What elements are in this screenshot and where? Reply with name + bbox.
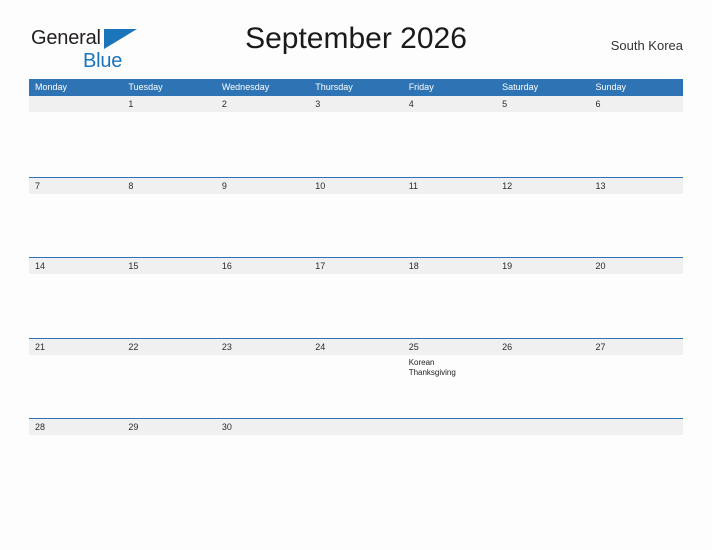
day-cell[interactable] xyxy=(309,112,402,176)
day-number[interactable]: 24 xyxy=(309,339,402,355)
day-number[interactable]: 21 xyxy=(29,339,122,355)
day-cell[interactable] xyxy=(309,194,402,258)
calendar-grid: Monday Tuesday Wednesday Thursday Friday… xyxy=(29,79,683,440)
region-label: South Korea xyxy=(610,38,683,53)
day-number[interactable] xyxy=(29,96,122,112)
page-title: September 2026 xyxy=(245,22,467,55)
week-day-number-band: 7 8 9 10 11 12 13 xyxy=(29,177,683,194)
week-row: 28 29 30 xyxy=(29,418,683,440)
day-number[interactable]: 23 xyxy=(216,339,309,355)
day-cell[interactable] xyxy=(122,112,215,176)
day-number[interactable]: 3 xyxy=(309,96,402,112)
day-number[interactable]: 29 xyxy=(122,419,215,435)
day-number[interactable]: 28 xyxy=(29,419,122,435)
day-cell[interactable] xyxy=(122,355,215,419)
day-number[interactable] xyxy=(496,419,589,435)
day-number[interactable]: 9 xyxy=(216,178,309,194)
day-cell[interactable] xyxy=(496,355,589,419)
day-cell[interactable] xyxy=(590,274,683,338)
week-event-band xyxy=(29,112,683,176)
day-cell[interactable] xyxy=(590,194,683,258)
day-number[interactable]: 15 xyxy=(122,258,215,274)
day-number[interactable]: 5 xyxy=(496,96,589,112)
day-number[interactable]: 14 xyxy=(29,258,122,274)
day-number[interactable]: 12 xyxy=(496,178,589,194)
week-event-band xyxy=(29,193,683,258)
week-day-number-band: 14 15 16 17 18 19 20 xyxy=(29,258,683,274)
day-number[interactable]: 26 xyxy=(496,339,589,355)
weekday-header-thursday: Thursday xyxy=(315,82,353,92)
day-number[interactable]: 6 xyxy=(590,96,683,112)
day-cell[interactable] xyxy=(590,112,683,176)
day-cell[interactable] xyxy=(29,194,122,258)
week-row: 21 22 23 24 25 26 27 Korean Thanksgiving xyxy=(29,337,683,419)
weekday-header-friday: Friday xyxy=(408,82,434,92)
day-number[interactable]: 11 xyxy=(403,178,496,194)
day-cell[interactable] xyxy=(496,194,589,258)
day-cell[interactable] xyxy=(122,194,215,258)
day-number[interactable]: 22 xyxy=(122,339,215,355)
weekday-header-sunday: Sunday xyxy=(595,82,627,92)
day-number[interactable] xyxy=(309,419,402,435)
weekday-header-saturday: Saturday xyxy=(502,82,539,92)
day-number[interactable]: 4 xyxy=(403,96,496,112)
day-number[interactable]: 7 xyxy=(29,178,122,194)
week-row: 1 2 3 4 5 6 xyxy=(29,96,683,177)
week-event-band: Korean Thanksgiving xyxy=(29,354,683,419)
day-cell[interactable] xyxy=(309,355,402,419)
weekday-header-tuesday: Tuesday xyxy=(128,82,163,92)
day-cell[interactable] xyxy=(216,274,309,338)
day-number[interactable]: 16 xyxy=(216,258,309,274)
day-cell[interactable] xyxy=(403,112,496,176)
day-cell[interactable] xyxy=(496,274,589,338)
day-number[interactable]: 8 xyxy=(122,178,215,194)
day-cell[interactable] xyxy=(496,112,589,176)
day-cell[interactable] xyxy=(122,274,215,338)
week-day-number-band: 21 22 23 24 25 26 27 xyxy=(29,338,683,355)
day-cell[interactable] xyxy=(216,355,309,419)
day-number[interactable]: 18 xyxy=(403,258,496,274)
day-number[interactable]: 10 xyxy=(309,178,402,194)
day-event-text: Korean Thanksgiving xyxy=(408,357,456,378)
day-number[interactable]: 19 xyxy=(496,258,589,274)
day-number[interactable] xyxy=(590,419,683,435)
day-number[interactable]: 27 xyxy=(590,339,683,355)
page-header: General Blue September 2026 South Korea xyxy=(0,22,712,71)
weekday-header-monday: Monday xyxy=(35,82,68,92)
day-cell[interactable] xyxy=(590,355,683,419)
day-number[interactable]: 20 xyxy=(590,258,683,274)
day-number[interactable]: 25 xyxy=(403,339,496,355)
day-cell[interactable] xyxy=(29,112,122,176)
day-number[interactable]: 2 xyxy=(216,96,309,112)
day-number[interactable] xyxy=(403,419,496,435)
calendar-page: General Blue September 2026 South Korea … xyxy=(0,0,712,550)
day-cell[interactable] xyxy=(403,274,496,338)
week-row: 7 8 9 10 11 12 13 xyxy=(29,176,683,258)
week-event-band xyxy=(29,274,683,338)
weekday-header-wednesday: Wednesday xyxy=(221,82,270,92)
week-row: 14 15 16 17 18 19 20 xyxy=(29,257,683,338)
day-cell[interactable] xyxy=(309,274,402,338)
day-cell[interactable] xyxy=(29,355,122,419)
week-day-number-band: 28 29 30 xyxy=(29,419,683,435)
week-day-number-band: 1 2 3 4 5 6 xyxy=(29,96,683,112)
day-number[interactable]: 13 xyxy=(590,178,683,194)
weekday-header-row: Monday Tuesday Wednesday Thursday Friday… xyxy=(29,79,683,96)
day-cell[interactable] xyxy=(403,194,496,258)
day-cell[interactable] xyxy=(216,194,309,258)
day-number[interactable]: 30 xyxy=(216,419,309,435)
day-number[interactable]: 1 xyxy=(122,96,215,112)
day-cell[interactable] xyxy=(216,112,309,176)
day-cell[interactable]: Korean Thanksgiving xyxy=(403,355,496,419)
day-cell[interactable] xyxy=(29,274,122,338)
day-number[interactable]: 17 xyxy=(309,258,402,274)
